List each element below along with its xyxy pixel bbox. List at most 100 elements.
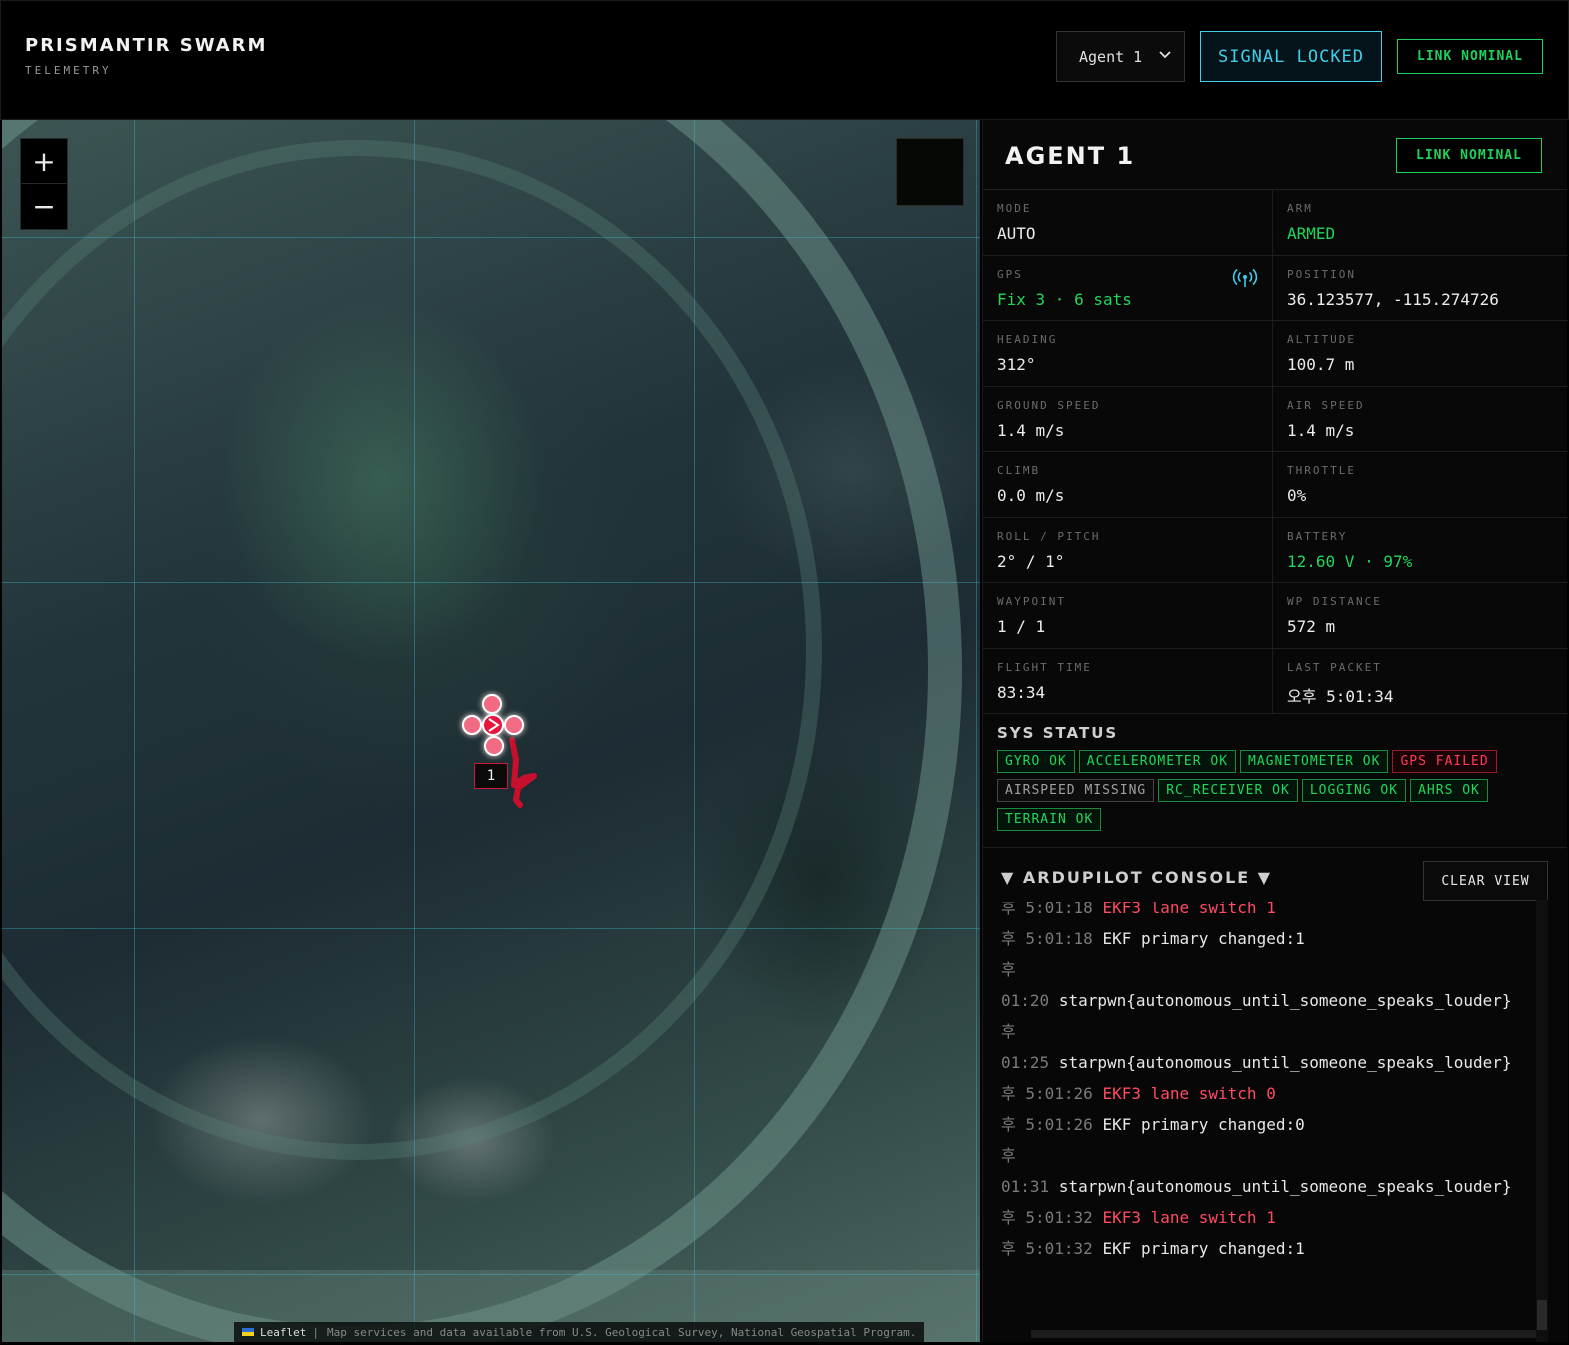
status-badge: GYRO OK — [997, 750, 1075, 773]
map-grid-line — [2, 582, 980, 583]
brand: PRISMANTIR SWARM TELEMETRY — [25, 35, 267, 77]
console-line: 후 5:01:32 EKF3 lane switch 1 — [1001, 1202, 1541, 1233]
status-badge: ACCELEROMETER OK — [1078, 750, 1237, 773]
telemetry-position: POSITION 36.123577, -115.274726 — [1273, 256, 1568, 321]
map-grid-line — [976, 120, 977, 1342]
console-scrollbar[interactable] — [1536, 900, 1548, 1342]
telemetry-value: 0% — [1287, 486, 1307, 505]
zoom-control: + − — [20, 138, 68, 230]
telemetry-arm: ARM ARMED — [1273, 190, 1568, 256]
scrollbar-thumb[interactable] — [1537, 1300, 1547, 1330]
sys-status-section: SYS STATUS GYRO OK ACCELEROMETER OK MAGN… — [983, 714, 1567, 848]
top-bar: PRISMANTIR SWARM TELEMETRY Agent 1 SIGNA… — [0, 0, 1569, 120]
telemetry-flight-time: FLIGHT TIME 83:34 — [983, 648, 1273, 714]
telemetry-heading: HEADING 312° — [983, 321, 1273, 387]
signal-antenna-icon — [1232, 268, 1258, 287]
console-timestamp: 01:25 — [1001, 1053, 1050, 1072]
console-timestamp: 후 — [1001, 1022, 1016, 1041]
telemetry-value: 1.4 m/s — [1287, 420, 1355, 440]
telemetry-label: GPS — [997, 267, 1023, 281]
console-timestamp: 후 5:01:18 — [1001, 929, 1093, 948]
zoom-in-button[interactable]: + — [21, 139, 67, 184]
agent-panel-header: AGENT 1 LINK NOMINAL — [983, 120, 1567, 190]
leaflet-link[interactable]: Leaflet — [260, 1326, 306, 1339]
chevron-down-icon — [1159, 51, 1171, 59]
telemetry-roll-pitch: ROLL / PITCH 2° / 1° — [983, 517, 1273, 583]
agent-select[interactable]: Agent 1 — [1056, 31, 1185, 82]
status-badge: LOGGING OK — [1301, 779, 1407, 802]
status-badge: MAGNETOMETER OK — [1240, 750, 1389, 773]
telemetry-value: 12.60 V · 97% — [1287, 551, 1413, 571]
console-horizontal-scrollbar[interactable] — [1031, 1330, 1536, 1338]
console-title[interactable]: ▼ ARDUPILOT CONSOLE ▼ — [1001, 868, 1272, 887]
telemetry-wp-distance: WP DISTANCE 572 m — [1273, 583, 1568, 649]
telemetry-label: AIR SPEED — [1287, 398, 1365, 412]
console-line: 후 5:01:26 EKF3 lane switch 0 — [1001, 1078, 1541, 1109]
telemetry-air-speed: AIR SPEED 1.4 m/s — [1273, 387, 1568, 452]
telemetry-climb: CLIMB 0.0 m/s — [983, 452, 1273, 518]
telemetry-value: 572 m — [1287, 617, 1336, 636]
telemetry-last-packet: LAST PACKET 오후 5:01:34 — [1273, 649, 1568, 714]
telemetry-grid: MODE AUTO ARM ARMED GPS Fix 3 · 6 sats POS… — [983, 190, 1568, 714]
telemetry-value: 100.7 m — [1287, 355, 1355, 374]
map-view[interactable]: + − 1 Leaflet | Map services and data av… — [2, 120, 980, 1342]
console-message: EKF3 lane switch 1 — [1102, 1208, 1276, 1227]
telemetry-value: AUTO — [997, 224, 1036, 243]
telemetry-value: 83:34 — [997, 682, 1046, 702]
drone-id-label: 1 — [474, 763, 508, 789]
console-line: 후 — [1001, 1016, 1541, 1047]
drone-marker-icon[interactable] — [454, 690, 554, 820]
console-line: 01:20 starpwn{autonomous_until_someone_s… — [1001, 985, 1541, 1016]
telemetry-value: 1.4 m/s — [997, 420, 1065, 440]
telemetry-mode: MODE AUTO — [983, 190, 1273, 256]
link-status-badge: LINK NOMINAL — [1397, 39, 1543, 74]
console-timestamp: 후 — [1001, 1146, 1016, 1165]
map-grid-line — [134, 120, 135, 1342]
console-line: 후 5:01:32 EKF primary changed:1 — [1001, 1233, 1541, 1264]
telemetry-value: 0.0 m/s — [997, 486, 1065, 505]
status-badge: AHRS OK — [1410, 779, 1488, 802]
agent-panel: AGENT 1 LINK NOMINAL MODE AUTO ARM ARMED G… — [982, 120, 1568, 1342]
console-line: 후 5:01:18 EKF primary changed:1 — [1001, 923, 1541, 954]
ukraine-flag-icon — [242, 1328, 254, 1336]
ardupilot-console: 후 5:01:18 EKF3 lane switch 1 후 5:01:18 E… — [983, 850, 1568, 1342]
console-log[interactable]: 후 5:01:18 EKF3 lane switch 1 후 5:01:18 E… — [1001, 892, 1541, 1264]
telemetry-value: 312° — [997, 355, 1036, 374]
telemetry-label: GROUND SPEED — [997, 398, 1101, 412]
telemetry-label: ARM — [1287, 202, 1313, 215]
telemetry-label: ROLL / PITCH — [997, 529, 1101, 543]
zoom-out-button[interactable]: − — [21, 184, 67, 229]
console-timestamp: 01:31 — [1001, 1177, 1050, 1196]
attribution-separator: | — [312, 1325, 319, 1339]
console-timestamp: 후 5:01:26 — [1001, 1084, 1093, 1103]
map-grid-line — [414, 120, 415, 1342]
telemetry-value: 오후 5:01:34 — [1287, 686, 1394, 706]
agent-title: AGENT 1 — [1005, 142, 1136, 170]
telemetry-value: 2° / 1° — [997, 551, 1065, 571]
minimap[interactable] — [896, 138, 964, 206]
telemetry-label: FLIGHT TIME — [997, 660, 1092, 674]
console-timestamp: 후 5:01:32 — [1001, 1208, 1093, 1227]
status-badge: TERRAIN OK — [997, 808, 1102, 831]
telemetry-waypoint: WAYPOINT 1 / 1 — [983, 583, 1273, 649]
app-title: PRISMANTIR SWARM — [25, 35, 268, 56]
telemetry-label: CLIMB — [997, 464, 1041, 477]
console-message: EKF3 lane switch 0 — [1102, 1084, 1276, 1103]
clear-view-button[interactable]: CLEAR VIEW — [1423, 861, 1548, 901]
telemetry-gps: GPS Fix 3 · 6 sats — [983, 255, 1273, 321]
telemetry-throttle: THROTTLE 0% — [1273, 452, 1568, 518]
console-timestamp: 후 5:01:32 — [1001, 1239, 1093, 1258]
console-message: starpwn{autonomous_until_someone_speaks_… — [1058, 991, 1512, 1010]
map-grid-line — [2, 237, 980, 238]
status-badge: GPS FAILED — [1392, 750, 1497, 773]
signal-locked-button[interactable]: SIGNAL LOCKED — [1200, 31, 1382, 82]
telemetry-value: Fix 3 · 6 sats — [997, 289, 1132, 309]
console-timestamp: 후 — [1001, 960, 1016, 979]
map-grid-line — [694, 120, 695, 1342]
console-message: EKF primary changed:1 — [1102, 929, 1305, 948]
console-message: starpwn{autonomous_until_someone_speaks_… — [1058, 1053, 1512, 1072]
telemetry-value: 1 / 1 — [997, 617, 1046, 636]
console-timestamp: 01:20 — [1001, 991, 1050, 1010]
agent-link-badge: LINK NOMINAL — [1396, 138, 1542, 173]
telemetry-label: WAYPOINT — [997, 595, 1066, 608]
